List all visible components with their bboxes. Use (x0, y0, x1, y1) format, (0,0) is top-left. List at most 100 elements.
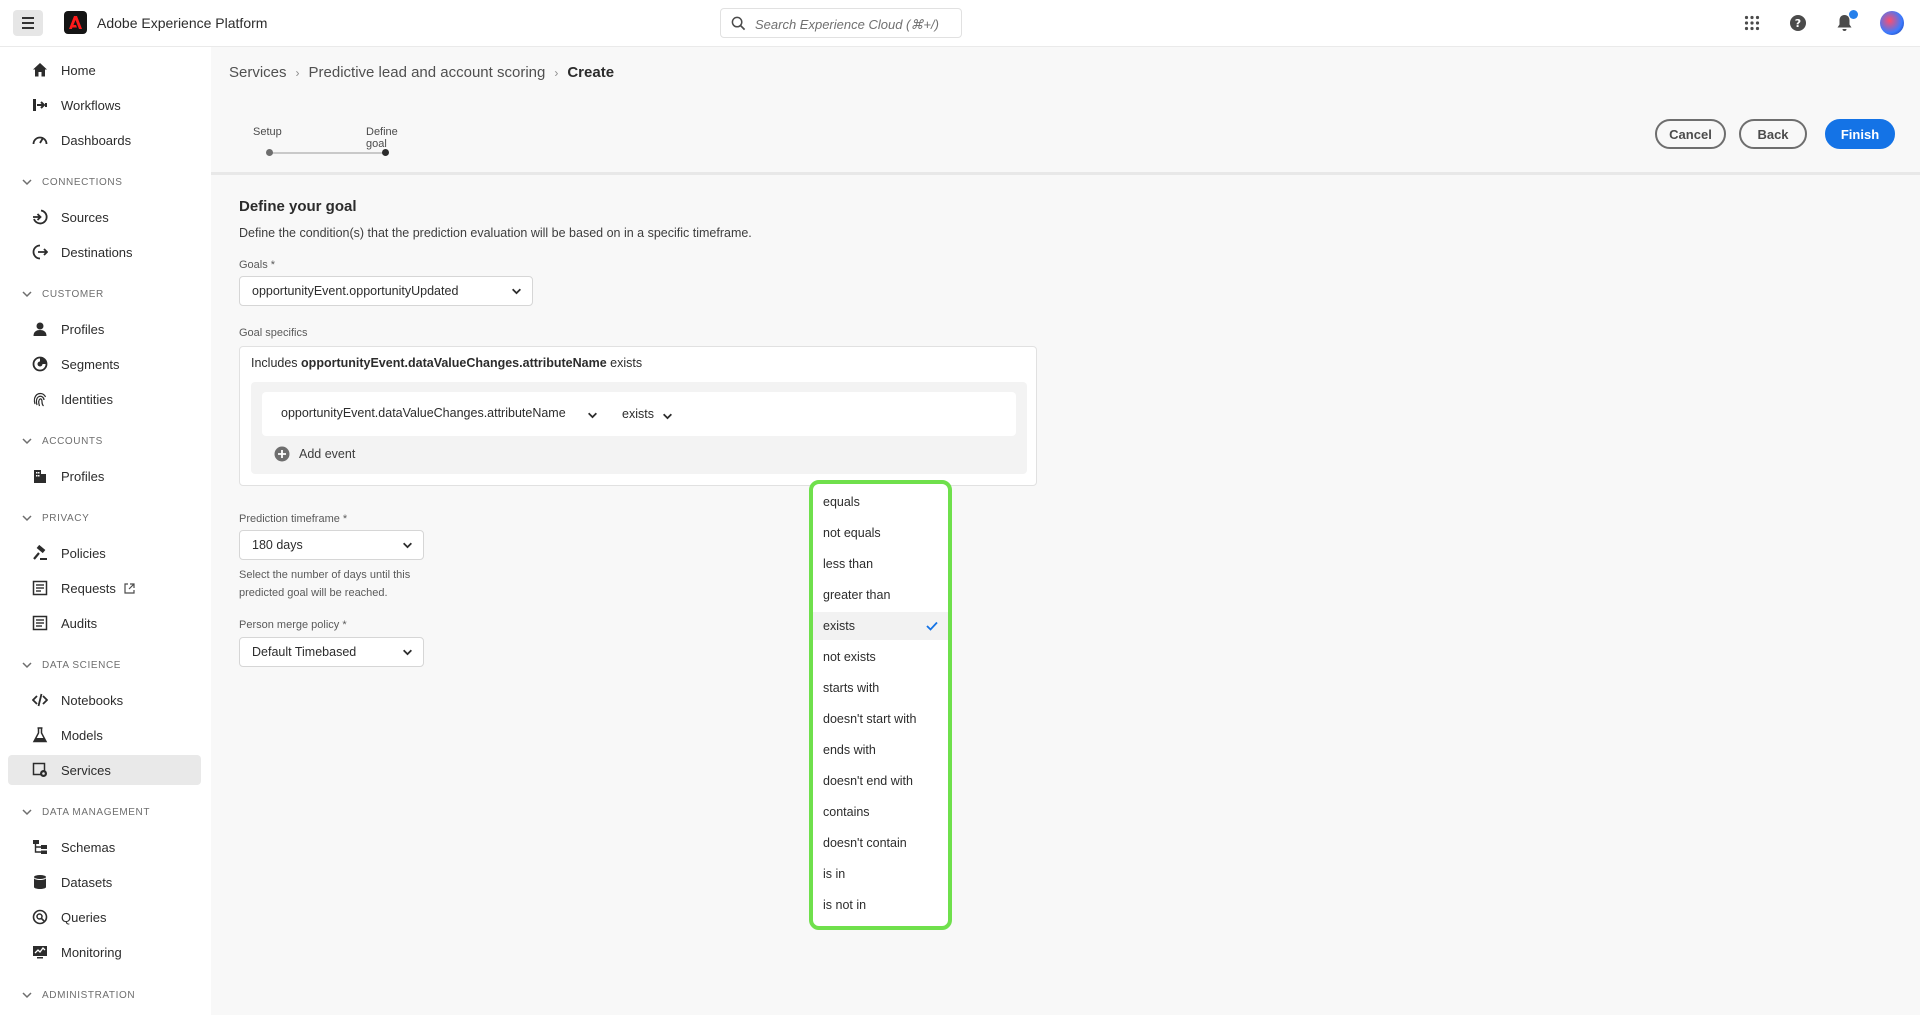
sidebar-item-audits[interactable]: Audits (8, 608, 201, 638)
sidebar-item-label: Segments (61, 356, 120, 372)
sidebar-item-segments[interactable]: Segments (8, 349, 201, 379)
operator-option-contains[interactable]: contains (813, 798, 948, 826)
operator-dropdown-menu: equals not equals less than greater than… (809, 480, 952, 930)
sidebar-item-sources[interactable]: Sources (8, 202, 201, 232)
dashboard-gauge-icon (31, 131, 49, 149)
sidebar-item-datasets[interactable]: Datasets (8, 867, 201, 897)
help-icon[interactable]: ? (1787, 12, 1809, 34)
goal-specifics-label: Goal specifics (239, 327, 308, 339)
notifications-bell-icon[interactable] (1833, 10, 1858, 34)
sidebar-item-schemas[interactable]: Schemas (8, 832, 201, 862)
chevron-down-icon[interactable] (662, 411, 673, 422)
add-circle-icon (274, 446, 290, 462)
building-icon (31, 467, 49, 485)
chevron-down-icon (22, 179, 32, 186)
monitor-chart-icon (31, 943, 49, 961)
step-define-goal-label[interactable]: Define goal (366, 126, 398, 150)
sidebar-item-home[interactable]: Home (8, 55, 201, 85)
sidebar-item-label: Home (61, 62, 96, 78)
timeframe-picker[interactable]: 180 days (239, 530, 424, 560)
sidebar-nav: Home Workflows Dashboards CONNECTIONS So… (0, 47, 211, 1015)
operator-option-is-in[interactable]: is in (813, 860, 948, 888)
section-privacy[interactable]: PRIVACY (22, 510, 89, 526)
operator-option-not-exists[interactable]: not exists (813, 643, 948, 671)
includes-suffix: exists (610, 356, 643, 370)
operator-option-not-equals[interactable]: not equals (813, 519, 948, 547)
breadcrumb-current: Create (567, 64, 615, 81)
adobe-logo-icon[interactable] (64, 11, 87, 34)
operator-option-less-than[interactable]: less than (813, 550, 948, 578)
search-input[interactable] (755, 14, 955, 34)
app-title[interactable]: Adobe Experience Platform (97, 15, 267, 31)
chevron-down-icon[interactable] (587, 410, 598, 421)
chevron-down-icon (22, 662, 32, 669)
search-box[interactable] (720, 8, 962, 38)
operator-picker[interactable]: exists (622, 407, 654, 421)
sidebar-item-destinations[interactable]: Destinations (8, 237, 201, 267)
section-customer[interactable]: CUSTOMER (22, 286, 104, 302)
back-button[interactable]: Back (1739, 119, 1807, 149)
operator-option-ends-with[interactable]: ends with (813, 736, 948, 764)
user-avatar[interactable] (1880, 11, 1904, 35)
apps-grid-icon[interactable] (1741, 12, 1763, 34)
operator-option-is-not-in[interactable]: is not in (813, 891, 948, 919)
section-label: PRIVACY (42, 512, 90, 524)
chevron-down-icon (403, 649, 412, 655)
operator-option-exists[interactable]: exists (813, 612, 948, 640)
section-data-science[interactable]: DATA SCIENCE (22, 657, 121, 673)
query-search-icon (31, 908, 49, 926)
sidebar-item-dashboards[interactable]: Dashboards (8, 125, 201, 155)
sidebar-item-identities[interactable]: Identities (8, 384, 201, 414)
goals-value: opportunityEvent.opportunityUpdated (252, 284, 459, 298)
finish-button[interactable]: Finish (1825, 119, 1895, 149)
operator-option-doesnt-contain[interactable]: doesn't contain (813, 829, 948, 857)
sidebar-item-label: Models (61, 727, 103, 743)
add-event-label: Add event (299, 447, 356, 461)
event-field-picker[interactable]: opportunityEvent.dataValueChanges.attrib… (281, 406, 566, 420)
sidebar-item-label: Datasets (61, 874, 113, 890)
menu-toggle-button[interactable] (13, 10, 43, 36)
step-setup-label[interactable]: Setup (253, 126, 282, 138)
sidebar-item-notebooks[interactable]: Notebooks (8, 685, 201, 715)
breadcrumb-predictive-scoring[interactable]: Predictive lead and account scoring (309, 64, 546, 81)
goals-picker[interactable]: opportunityEvent.opportunityUpdated (239, 276, 533, 306)
merge-policy-value: Default Timebased (252, 645, 357, 659)
sidebar-item-profiles[interactable]: Profiles (8, 314, 201, 344)
sidebar-item-models[interactable]: Models (8, 720, 201, 750)
breadcrumb-services[interactable]: Services (229, 64, 287, 81)
sidebar-item-label: Notebooks (61, 692, 124, 708)
code-icon (31, 691, 49, 709)
sidebar-item-account-profiles[interactable]: Profiles (8, 461, 201, 491)
section-data-management[interactable]: DATA MANAGEMENT (22, 804, 150, 820)
sidebar-item-services[interactable]: Services (8, 755, 201, 785)
section-connections[interactable]: CONNECTIONS (22, 174, 123, 190)
add-event-button[interactable]: Add event (274, 446, 355, 462)
header-divider (211, 172, 1920, 175)
sidebar-item-workflows[interactable]: Workflows (8, 90, 201, 120)
sidebar-item-label: Monitoring (61, 944, 122, 960)
home-icon (31, 61, 49, 79)
section-accounts[interactable]: ACCOUNTS (22, 433, 103, 449)
operator-option-label: exists (823, 619, 855, 633)
operator-option-doesnt-start-with[interactable]: doesn't start with (813, 705, 948, 733)
sidebar-item-queries[interactable]: Queries (8, 902, 201, 932)
sidebar-item-requests[interactable]: Requests (8, 573, 201, 603)
operator-option-greater-than[interactable]: greater than (813, 581, 948, 609)
merge-policy-picker[interactable]: Default Timebased (239, 637, 424, 667)
step-setup-dot[interactable] (266, 149, 273, 156)
operator-option-equals[interactable]: equals (813, 488, 948, 516)
sidebar-item-label: Policies (61, 545, 106, 561)
step-define-goal-dot[interactable] (382, 149, 389, 156)
section-administration[interactable]: ADMINISTRATION (22, 987, 135, 1003)
operator-option-doesnt-end-with[interactable]: doesn't end with (813, 767, 948, 795)
user-icon (31, 320, 49, 338)
cancel-button[interactable]: Cancel (1655, 119, 1726, 149)
gavel-icon (31, 544, 49, 562)
timeframe-help-text: Select the number of days until this pre… (239, 569, 411, 599)
sidebar-item-policies[interactable]: Policies (8, 538, 201, 568)
operator-option-starts-with[interactable]: starts with (813, 674, 948, 702)
sidebar-item-label: Workflows (61, 97, 121, 113)
audits-icon (31, 614, 49, 632)
chevron-down-icon (22, 291, 32, 298)
sidebar-item-monitoring[interactable]: Monitoring (8, 937, 201, 967)
